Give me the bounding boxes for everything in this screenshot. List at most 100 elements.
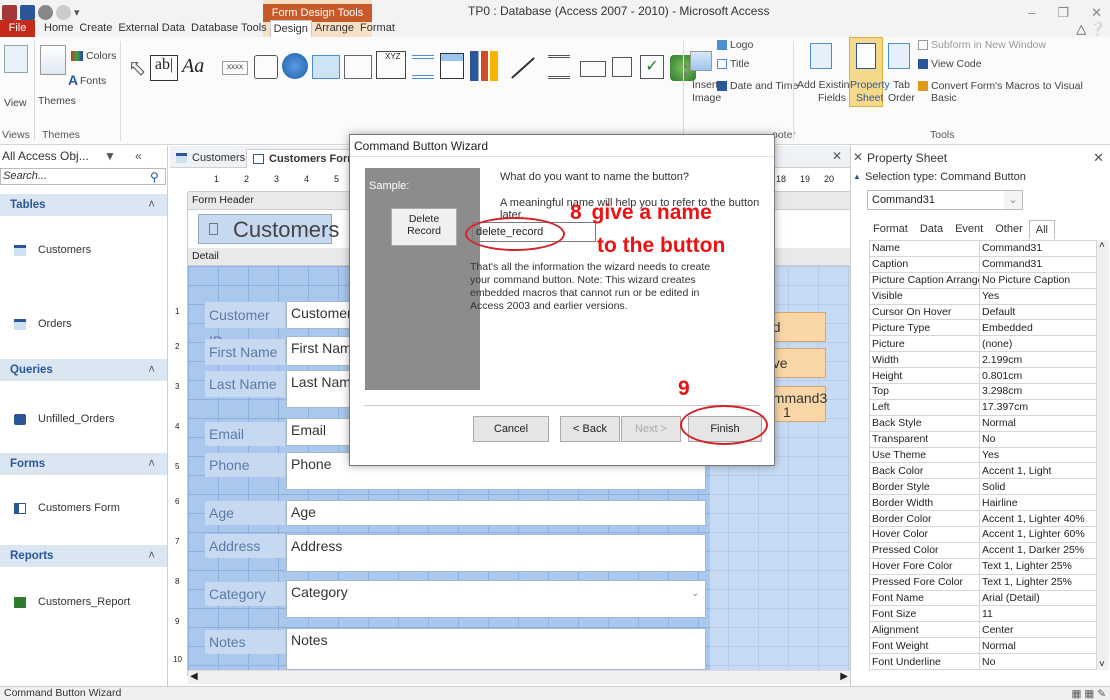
toggle-button-icon[interactable] — [548, 55, 570, 79]
property-value[interactable]: Yes — [979, 287, 1097, 305]
property-value[interactable]: Hairline — [979, 494, 1097, 512]
scroll-up-icon[interactable]: ▲ — [853, 172, 861, 181]
doc-tab-customers[interactable]: Customers — [170, 149, 251, 168]
chevron-down-icon[interactable]: ⌄ — [1004, 191, 1022, 209]
property-row[interactable]: Picture Caption ArrangementNo Picture Ca… — [869, 271, 1097, 289]
property-value[interactable]: Text 1, Lighter 25% — [979, 557, 1097, 575]
field-label-last-name[interactable]: Last Name — [205, 371, 285, 397]
property-value[interactable]: Normal — [979, 637, 1097, 655]
field-label-category[interactable]: Category — [205, 582, 285, 606]
close-icon[interactable]: ✕ — [1093, 150, 1104, 166]
category-dropdown-icon[interactable]: ⌄ — [691, 588, 699, 599]
property-value[interactable]: Accent 1, Lighter 40% — [979, 510, 1097, 528]
insert-image-label-2[interactable]: Image — [692, 92, 721, 104]
search-icon[interactable]: ⚲ — [150, 170, 159, 184]
property-value[interactable]: Arial (Detail) — [979, 589, 1097, 607]
tab-other[interactable]: Other — [989, 220, 1029, 239]
tab-format[interactable]: Format — [357, 20, 398, 37]
nav-section-queries[interactable]: Queries ˄ — [0, 359, 167, 381]
property-value[interactable]: Command31 — [979, 255, 1097, 273]
property-value[interactable]: 3.298cm — [979, 383, 1097, 400]
scroll-down-icon[interactable]: ˅ — [1099, 659, 1105, 670]
property-row[interactable]: Name Command31 — [869, 240, 1097, 257]
select-pointer-icon[interactable]: ⬁ — [128, 55, 146, 81]
nav-item-customers-form[interactable]: Customers Form — [14, 502, 120, 514]
property-row[interactable]: Pressed Fore Color Text 1, Lighter 25% — [869, 573, 1097, 591]
page-break-icon[interactable] — [412, 55, 434, 79]
property-row[interactable]: Cursor On Hover Default — [869, 303, 1097, 321]
view-switcher-icons[interactable]: ▦ ▦ ✎ — [1072, 688, 1106, 700]
tab-file[interactable]: File — [0, 20, 35, 37]
chart-control-icon[interactable] — [470, 51, 498, 81]
tab-order-label-2[interactable]: Order — [888, 92, 915, 104]
web-browser-control-icon[interactable] — [312, 55, 340, 79]
option-group-icon[interactable]: XYZ — [376, 51, 406, 79]
property-row[interactable]: Hover Fore Color Text 1, Lighter 25% — [869, 557, 1097, 575]
field-label-email[interactable]: Email — [205, 422, 285, 446]
field-label-age[interactable]: Age — [205, 501, 285, 525]
property-value[interactable]: 17.397cm — [979, 398, 1097, 416]
property-row[interactable]: Back Color Accent 1, Light — [869, 462, 1097, 480]
insert-image-label[interactable]: Insert — [692, 79, 718, 91]
redo-icon[interactable] — [56, 4, 71, 20]
property-value[interactable]: Accent 1, Lighter 60% — [979, 526, 1097, 543]
view-icon[interactable] — [4, 45, 28, 73]
property-value[interactable]: Embedded — [979, 319, 1097, 337]
form-title-label[interactable]: Customers — [233, 217, 339, 243]
property-row[interactable]: Visible Yes — [869, 287, 1097, 305]
undo-icon[interactable] — [38, 4, 53, 20]
customize-qat-icon[interactable]: ▾ — [74, 6, 80, 19]
header-logo-box[interactable]: Customers — [198, 214, 339, 244]
title-button[interactable]: Title — [730, 58, 749, 70]
field-age[interactable]: Age — [286, 500, 706, 526]
property-value[interactable]: Solid — [979, 478, 1097, 496]
help-icon[interactable]: △ ❔ — [1076, 21, 1106, 37]
tab-data[interactable]: Data — [914, 220, 949, 239]
tab-format[interactable]: Format — [867, 220, 914, 239]
property-row[interactable]: Font Name Arial (Detail) — [869, 589, 1097, 607]
nav-header-title[interactable]: All Access Obj... — [2, 149, 89, 163]
tab-create[interactable]: Create — [76, 20, 115, 37]
property-row[interactable]: Back Style Normal — [869, 414, 1097, 432]
logo-button[interactable]: Logo — [730, 39, 753, 51]
fonts-button[interactable]: Fonts — [80, 75, 106, 87]
chevron-up-icon[interactable]: ˄ — [148, 545, 155, 567]
nav-item-orders-table[interactable]: Orders — [14, 318, 72, 330]
property-row[interactable]: Picture Type Embedded — [869, 319, 1097, 337]
tab-home[interactable]: Home — [41, 20, 76, 37]
property-value[interactable]: Accent 1, Darker 25% — [979, 541, 1097, 559]
nav-section-reports[interactable]: Reports ˄ — [0, 545, 167, 567]
rectangle-control-icon[interactable] — [612, 57, 632, 77]
cancel-button[interactable]: Cancel — [473, 416, 549, 442]
themes-icon[interactable] — [40, 45, 66, 75]
doc-tab-customers-form[interactable]: Customers Form — [246, 149, 365, 168]
property-row[interactable]: Hover Color Accent 1, Lighter 60% — [869, 526, 1097, 543]
property-row[interactable]: Picture (none) — [869, 335, 1097, 353]
property-value[interactable]: No — [979, 430, 1097, 448]
property-row[interactable]: Border Width Hairline — [869, 494, 1097, 512]
scroll-left-icon[interactable]: ◀ — [190, 671, 198, 682]
convert-macros-button[interactable]: Convert Form's Macros to Visual Basic — [931, 80, 1110, 104]
add-existing-fields-label[interactable]: Add Existing — [797, 79, 855, 91]
field-address[interactable]: Address — [286, 534, 706, 572]
property-value[interactable]: Yes — [979, 446, 1097, 464]
property-row[interactable]: Font Weight Normal — [869, 637, 1097, 655]
combo-box-icon[interactable] — [440, 53, 464, 79]
view-button[interactable]: View — [4, 97, 27, 109]
nav-section-tables[interactable]: Tables ˄ — [0, 194, 167, 216]
list-box-icon[interactable] — [580, 61, 606, 77]
nav-search-input[interactable]: Search... — [0, 168, 166, 185]
line-control-icon[interactable] — [511, 57, 535, 79]
restore-icon[interactable]: ❐ — [1057, 5, 1069, 21]
nav-item-customers-table[interactable]: Customers — [14, 244, 91, 256]
property-row[interactable]: Use Theme Yes — [869, 446, 1097, 464]
field-label-notes[interactable]: Notes — [205, 630, 285, 654]
minimize-icon[interactable]: – — [1028, 5, 1035, 21]
property-value[interactable]: Center — [979, 621, 1097, 639]
field-label-address[interactable]: Address — [205, 534, 285, 558]
chevron-up-icon[interactable]: ˄ — [148, 453, 155, 475]
property-value[interactable]: Command31 — [979, 240, 1097, 257]
label-control-icon[interactable]: Aa — [182, 55, 204, 78]
property-row[interactable]: Top 3.298cm — [869, 383, 1097, 400]
field-label-first-name[interactable]: First Name — [205, 339, 285, 365]
